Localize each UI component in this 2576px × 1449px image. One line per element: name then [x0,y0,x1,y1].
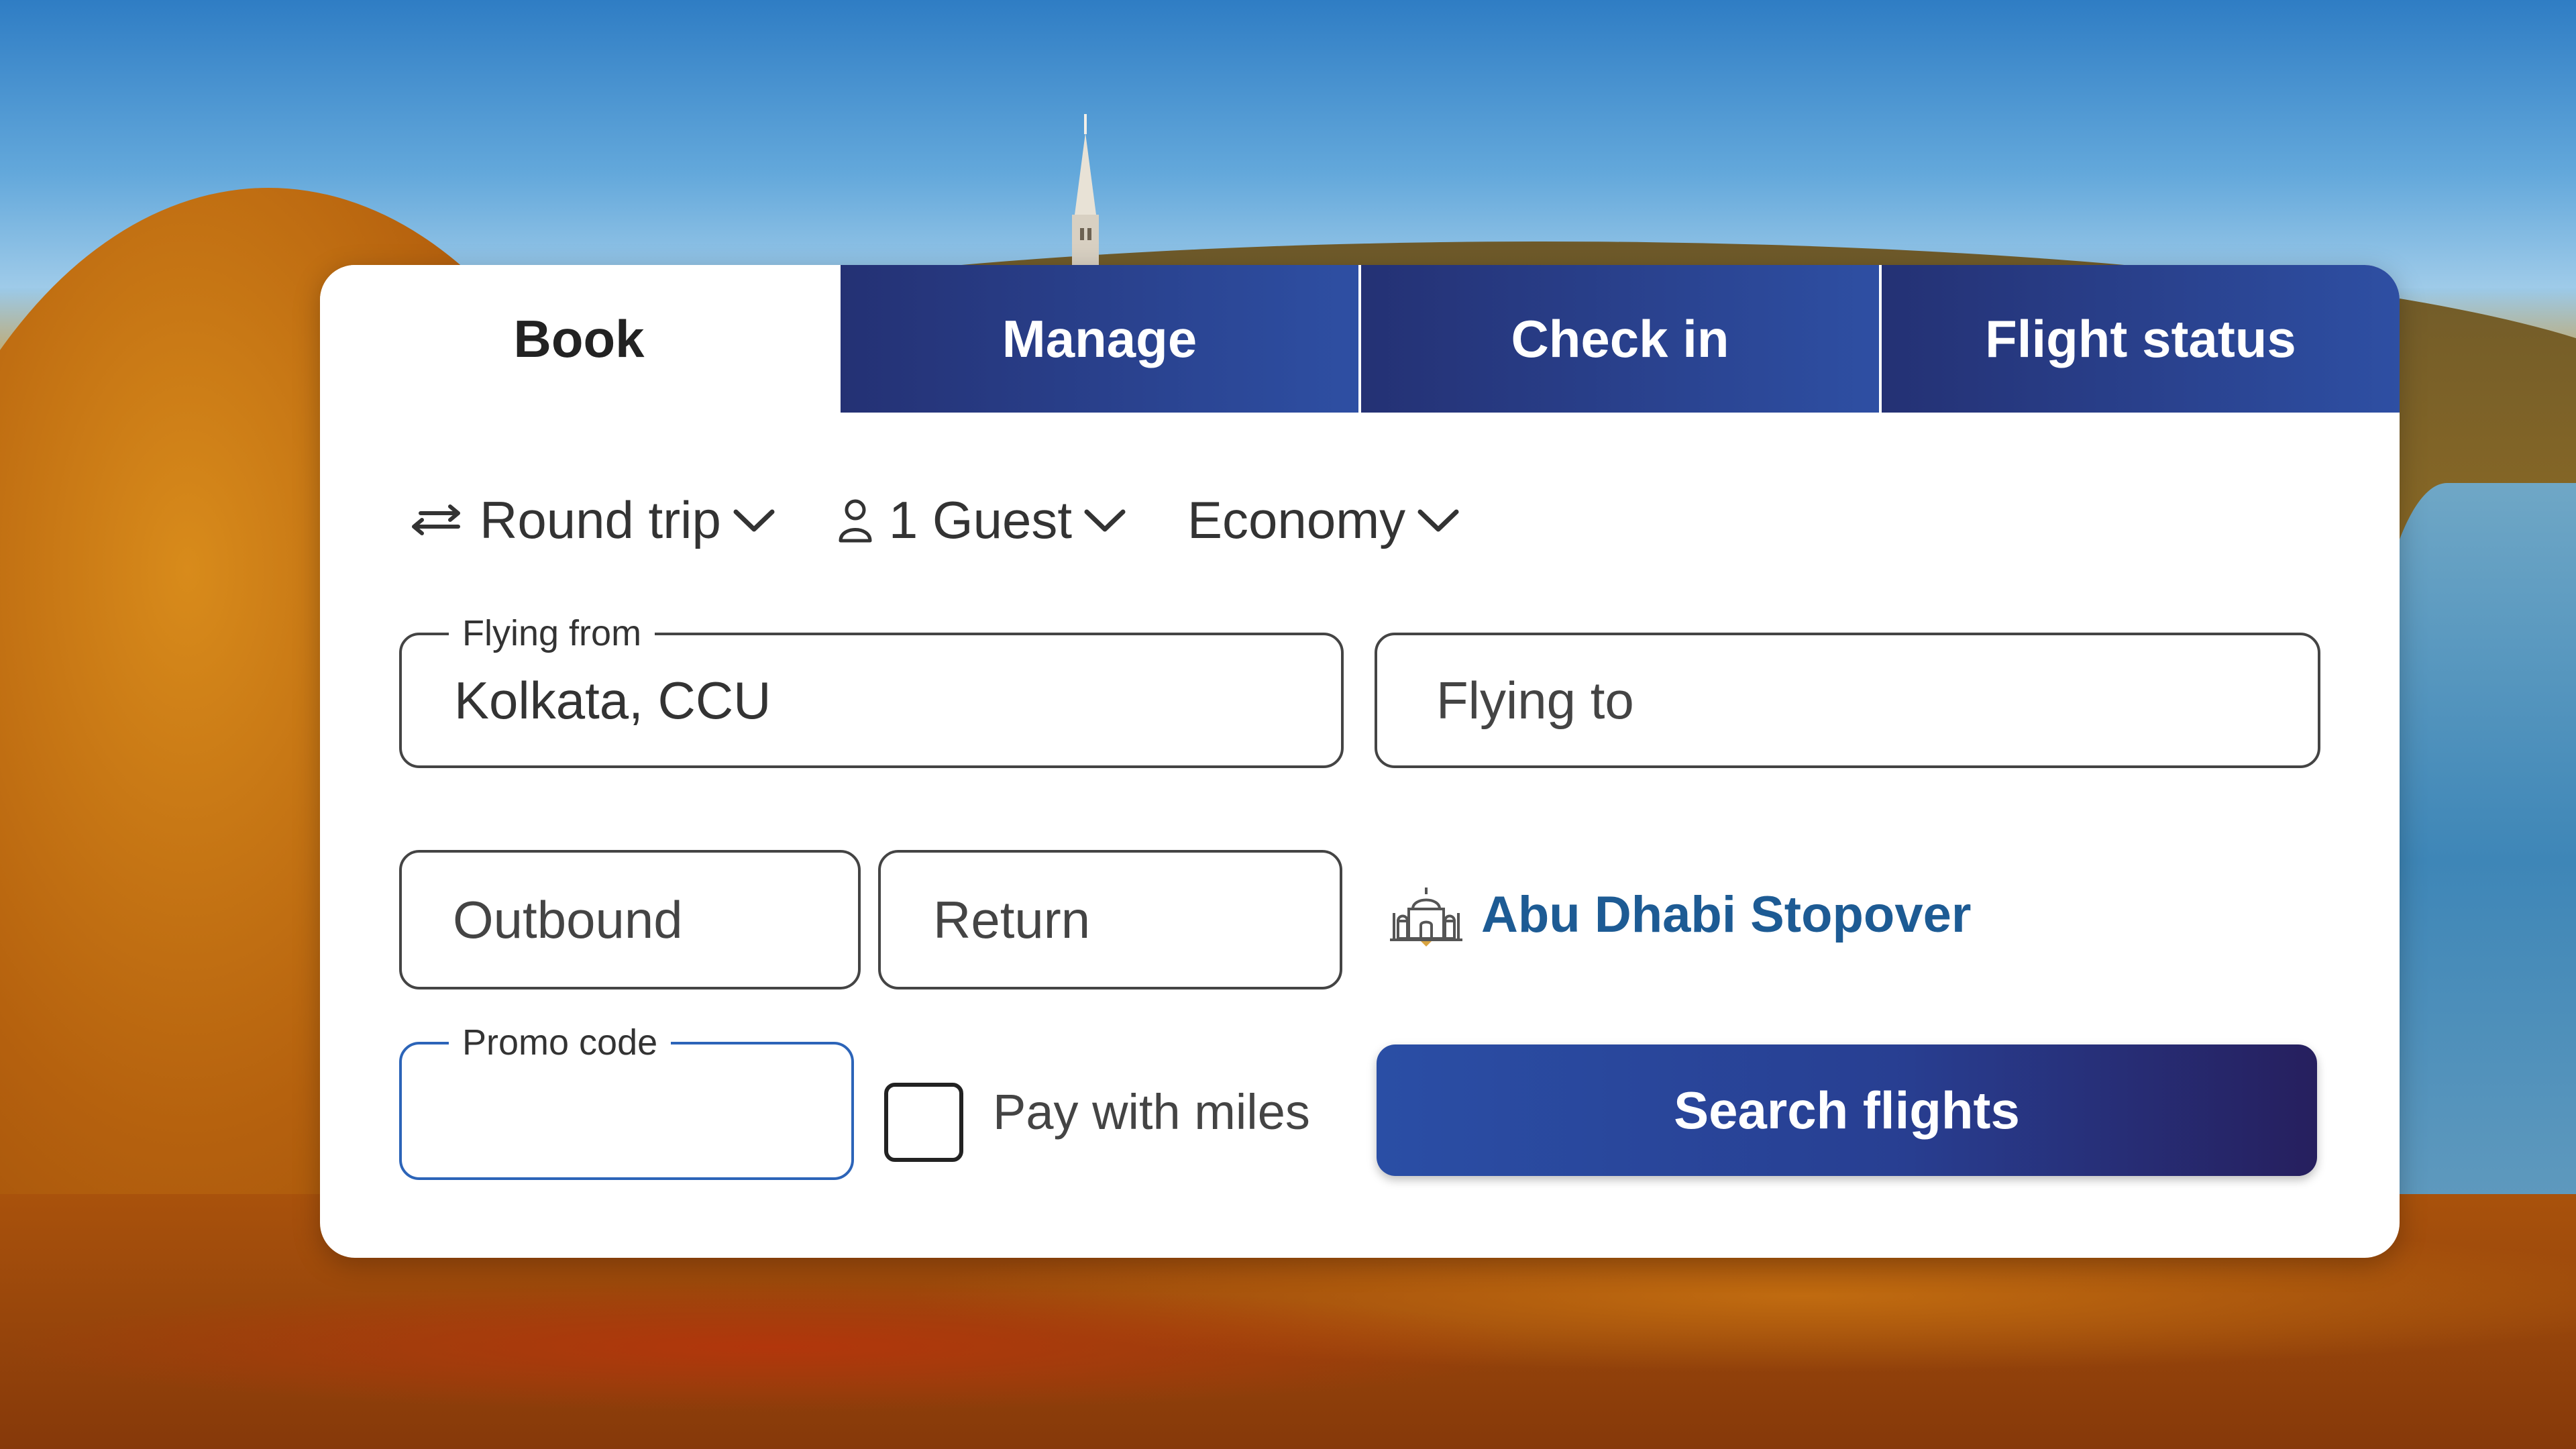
tab-manage[interactable]: Manage [838,265,1358,413]
chevron-down-icon [1417,509,1459,532]
tab-check-in[interactable]: Check in [1358,265,1879,413]
trip-type-dropdown[interactable]: Round trip [407,490,776,551]
chevron-down-icon [1084,509,1126,532]
search-flights-button[interactable]: Search flights [1377,1044,2317,1176]
cabin-class-label: Economy [1187,490,1406,549]
booking-widget: Book Manage Check in Flight status Round… [320,265,2400,1258]
trip-options: Round trip 1 Guest Economy [407,480,1521,560]
flying-to-field[interactable]: Flying to [1375,633,2320,768]
flying-to-placeholder: Flying to [1436,670,1634,730]
person-icon [839,499,872,543]
cabin-class-dropdown[interactable]: Economy [1187,490,1460,551]
return-date-field[interactable]: Return [878,850,1342,989]
swap-arrows-icon [412,504,460,535]
tab-flight-status[interactable]: Flight status [1879,265,2400,413]
chevron-down-icon [733,509,775,532]
promo-code-field[interactable]: Promo code [399,1022,854,1180]
booking-tabs: Book Manage Check in Flight status [320,265,2400,413]
guests-label: 1 Guest [888,490,1073,549]
church-spire-image [1072,114,1099,268]
mosque-icon [1390,888,1462,947]
flying-from-value: Kolkata, CCU [454,670,771,730]
abu-dhabi-stopover-link[interactable]: Abu Dhabi Stopover [1389,882,1971,947]
pay-with-miles-checkbox[interactable] [884,1083,963,1162]
tab-book[interactable]: Book [320,265,838,413]
page-background: Book Manage Check in Flight status Round… [0,0,2576,1449]
pay-with-miles-label: Pay with miles [993,1083,1310,1140]
guests-dropdown[interactable]: 1 Guest [837,490,1127,551]
stopover-label: Abu Dhabi Stopover [1481,885,1972,943]
outbound-date-field[interactable]: Outbound [399,850,861,989]
promo-code-legend: Promo code [449,1022,672,1063]
outbound-placeholder: Outbound [453,890,683,949]
trip-type-label: Round trip [480,490,721,549]
return-placeholder: Return [933,890,1091,949]
flying-from-field[interactable]: Flying from Kolkata, CCU [399,612,1344,768]
